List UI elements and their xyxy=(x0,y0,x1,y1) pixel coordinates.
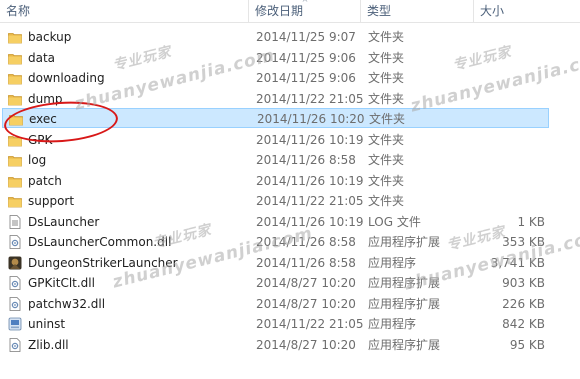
file-row[interactable]: data 2014/11/25 9:06 文件夹 xyxy=(0,48,580,68)
file-modified-date: 2014/11/26 8:58 xyxy=(256,235,356,249)
file-type: 文件夹 xyxy=(368,173,405,188)
dll-file-icon xyxy=(8,276,22,290)
file-row[interactable]: backup 2014/11/25 9:07 文件夹 xyxy=(0,27,580,47)
file-type: 应用程序扩展 xyxy=(368,235,441,249)
file-name: support xyxy=(28,194,75,208)
file-modified-date: 2014/11/26 10:19 xyxy=(256,214,364,229)
file-row[interactable]: DsLauncher 2014/11/26 10:19 LOG 文件 1 KB xyxy=(0,212,580,232)
file-modified-date: 2014/11/22 21:05 xyxy=(256,317,364,331)
file-name: patchw32.dll xyxy=(28,296,106,311)
file-size: 842 KB xyxy=(502,317,545,331)
file-name: GPKitClt.dll xyxy=(28,276,95,290)
file-row[interactable]: dump 2014/11/22 21:05 文件夹 xyxy=(0,89,580,109)
dll-file-icon xyxy=(8,337,22,352)
file-modified-date: 2014/11/26 10:19 xyxy=(256,132,364,147)
file-modified-date: 2014/11/25 9:06 xyxy=(256,50,356,65)
file-name: backup xyxy=(28,30,72,44)
folder-icon xyxy=(9,112,23,126)
file-row[interactable]: GPKitClt.dll 2014/8/27 10:20 应用程序扩展 903 KB xyxy=(0,273,580,293)
file-row[interactable]: patchw32.dll 2014/8/27 10:20 应用程序扩展 226 KB xyxy=(0,294,580,314)
file-name: log xyxy=(28,153,47,167)
file-row[interactable]: DungeonStrikerLauncher 2014/11/26 8:58 应用程… xyxy=(0,253,580,273)
file-name: DungeonStrikerLauncher xyxy=(28,255,178,270)
column-header-type[interactable]: 类型 xyxy=(360,0,473,22)
file-name: uninst xyxy=(28,317,66,331)
folder-icon xyxy=(8,92,22,105)
column-header-name[interactable]: 名称 xyxy=(0,0,248,22)
column-header-bar: 名称 ^ 修改日期 类型 大小 xyxy=(0,0,580,23)
folder-icon xyxy=(8,133,22,146)
file-row[interactable]: support 2014/11/22 21:05 文件夹 xyxy=(0,191,580,211)
file-modified-date: 2014/8/27 10:20 xyxy=(256,337,356,352)
file-name: exec xyxy=(29,112,57,126)
file-size: 903 KB xyxy=(502,276,545,290)
file-row[interactable]: uninst 2014/11/22 21:05 应用程序 842 KB xyxy=(0,314,580,334)
folder-icon xyxy=(8,71,22,85)
file-name: dump xyxy=(28,91,63,106)
file-modified-date: 2014/11/25 9:07 xyxy=(256,30,356,44)
file-size: 3,741 KB xyxy=(490,255,545,270)
file-row[interactable]: patch 2014/11/26 10:19 文件夹 xyxy=(0,171,580,191)
file-row[interactable]: Zlib.dll 2014/8/27 10:20 应用程序扩展 95 KB xyxy=(0,335,580,355)
file-modified-date: 2014/11/26 10:19 xyxy=(256,173,364,188)
file-name: patch xyxy=(28,173,62,188)
file-modified-date: 2014/8/27 10:20 xyxy=(256,276,356,290)
file-modified-date: 2014/11/22 21:05 xyxy=(256,194,364,208)
game-app-icon xyxy=(8,256,22,269)
file-type: 应用程序扩展 xyxy=(368,296,441,311)
column-header-date[interactable]: 修改日期 xyxy=(248,0,360,22)
file-type: 文件夹 xyxy=(369,112,406,126)
file-type: 应用程序 xyxy=(368,255,417,270)
file-name: GPK xyxy=(28,132,53,147)
file-modified-date: 2014/11/25 9:06 xyxy=(256,71,356,85)
file-type: 应用程序 xyxy=(368,317,417,331)
file-row[interactable]: downloading 2014/11/25 9:06 文件夹 xyxy=(0,68,580,88)
file-size: 1 KB xyxy=(517,214,545,229)
file-type: 文件夹 xyxy=(368,153,405,167)
file-type: 文件夹 xyxy=(368,132,405,147)
file-size: 226 KB xyxy=(502,296,545,311)
file-name: downloading xyxy=(28,71,105,85)
file-type: 应用程序扩展 xyxy=(368,337,441,352)
file-size: 95 KB xyxy=(509,337,545,352)
file-type: 文件夹 xyxy=(368,71,405,85)
file-row[interactable]: exec 2014/11/26 10:20 文件夹 xyxy=(2,108,549,128)
file-name: DsLauncherCommon.dll xyxy=(28,235,172,249)
file-modified-date: 2014/11/26 8:58 xyxy=(256,255,356,270)
file-type: 应用程序扩展 xyxy=(368,276,441,290)
folder-icon xyxy=(8,174,22,187)
file-type: 文件夹 xyxy=(368,91,405,106)
folder-icon xyxy=(8,51,22,64)
file-row[interactable]: GPK 2014/11/26 10:19 文件夹 xyxy=(0,130,580,150)
folder-icon xyxy=(8,194,22,208)
column-header-size[interactable]: 大小 xyxy=(473,0,580,22)
file-modified-date: 2014/11/22 21:05 xyxy=(256,91,364,106)
text-file-icon xyxy=(8,214,22,229)
uninstaller-icon xyxy=(8,317,22,331)
folder-icon xyxy=(8,153,22,167)
file-modified-date: 2014/11/26 10:20 xyxy=(257,112,365,126)
file-name: DsLauncher xyxy=(28,214,100,229)
dll-file-icon xyxy=(8,235,22,249)
file-name: data xyxy=(28,50,56,65)
file-modified-date: 2014/11/26 8:58 xyxy=(256,153,356,167)
folder-icon xyxy=(8,30,22,44)
file-row[interactable]: DsLauncherCommon.dll 2014/11/26 8:58 应用程序扩… xyxy=(0,232,580,252)
file-type: 文件夹 xyxy=(368,30,405,44)
file-row[interactable]: log 2014/11/26 8:58 文件夹 xyxy=(0,150,580,170)
file-size: 353 KB xyxy=(502,235,545,249)
file-type: 文件夹 xyxy=(368,50,405,65)
file-type: 文件夹 xyxy=(368,194,405,208)
file-modified-date: 2014/8/27 10:20 xyxy=(256,296,356,311)
file-name: Zlib.dll xyxy=(28,337,69,352)
dll-file-icon xyxy=(8,296,22,311)
file-type: LOG 文件 xyxy=(368,214,421,229)
